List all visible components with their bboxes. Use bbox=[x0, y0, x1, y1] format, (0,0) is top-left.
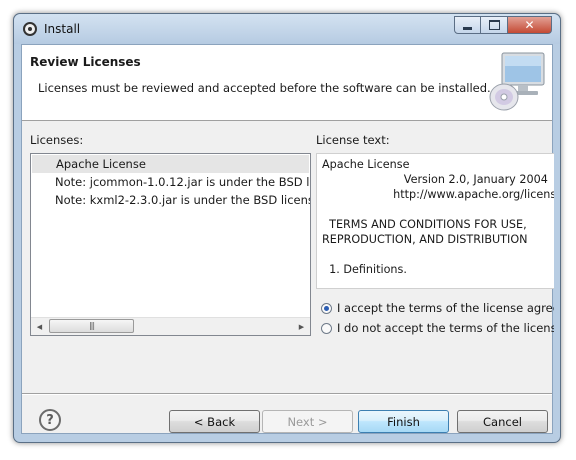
license-text-label: License text: bbox=[316, 133, 390, 147]
minimize-icon bbox=[463, 26, 472, 30]
button-bar-separator bbox=[22, 393, 552, 395]
eclipse-app-icon bbox=[23, 22, 37, 36]
page-description: Licenses must be reviewed and accepted b… bbox=[38, 81, 491, 95]
accept-radio[interactable] bbox=[321, 302, 332, 314]
maximize-icon bbox=[488, 20, 500, 30]
licenses-list[interactable]: Apache License Note: jcommon-1.0.12.jar … bbox=[30, 153, 311, 336]
horizontal-scrollbar[interactable]: ◀ ||| ▶ bbox=[31, 317, 310, 335]
close-icon: ✕ bbox=[524, 18, 535, 32]
list-item[interactable]: Apache License bbox=[32, 155, 309, 173]
install-dialog: Install ✕ Review Licenses Licenses must … bbox=[13, 13, 561, 443]
list-item[interactable]: Note: jcommon-1.0.12.jar is under the BS… bbox=[55, 173, 310, 191]
help-icon[interactable]: ? bbox=[39, 409, 61, 431]
window-controls: ✕ bbox=[454, 16, 552, 34]
license-text-area[interactable]: Apache License Version 2.0, January 2004… bbox=[316, 153, 554, 289]
close-button[interactable]: ✕ bbox=[508, 16, 552, 34]
scroll-left-icon[interactable]: ◀ bbox=[31, 318, 48, 335]
decline-radio-label: I do not accept the terms of the license… bbox=[337, 321, 554, 335]
next-button[interactable]: Next > bbox=[262, 410, 353, 433]
licenses-label: Licenses: bbox=[30, 133, 84, 147]
decline-radio[interactable] bbox=[321, 322, 332, 334]
page-title: Review Licenses bbox=[30, 55, 141, 69]
accept-radio-option[interactable]: I accept the terms of the license agreem… bbox=[321, 301, 554, 315]
window-title: Install bbox=[44, 22, 81, 36]
list-item[interactable]: Note: kxml2-2.3.0.jar is under the BSD l… bbox=[55, 191, 310, 209]
title-bar[interactable]: Install ✕ bbox=[14, 14, 560, 44]
wizard-header: Review Licenses Licenses must be reviewe… bbox=[22, 45, 552, 121]
scroll-right-icon[interactable]: ▶ bbox=[293, 318, 310, 335]
cancel-button[interactable]: Cancel bbox=[457, 410, 548, 433]
scroll-thumb[interactable]: ||| bbox=[49, 319, 134, 333]
decline-radio-option[interactable]: I do not accept the terms of the license… bbox=[321, 321, 554, 335]
radio-selected-dot bbox=[324, 305, 329, 311]
dialog-client-area: Review Licenses Licenses must be reviewe… bbox=[21, 44, 554, 434]
finish-button[interactable]: Finish bbox=[358, 410, 449, 433]
monitor-cd-icon bbox=[489, 52, 545, 111]
back-button[interactable]: < Back bbox=[169, 410, 260, 433]
maximize-button[interactable] bbox=[481, 16, 508, 34]
accept-radio-label: I accept the terms of the license agreem… bbox=[337, 301, 554, 315]
minimize-button[interactable] bbox=[454, 16, 481, 34]
